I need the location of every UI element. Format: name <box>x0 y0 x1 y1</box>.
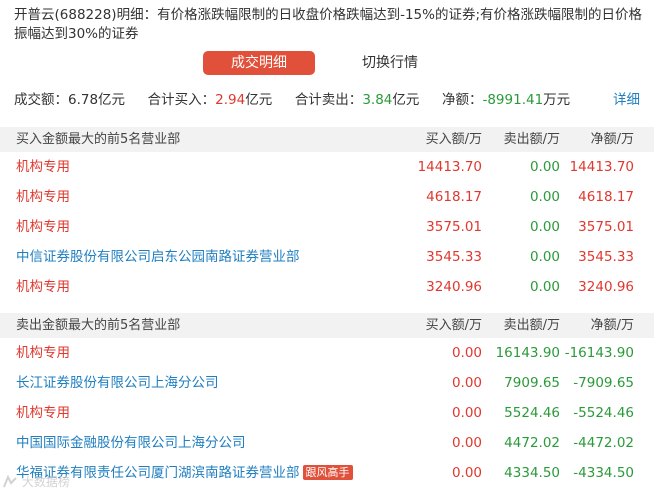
net-label: 净额： <box>441 92 483 108</box>
page-description: 开普云(688228)明细：有价格涨跌幅限制的日收盘价格跌幅达到-15%的证券;… <box>14 7 642 42</box>
sell-total-label: 合计卖出： <box>294 92 363 108</box>
logo-icon <box>3 474 17 488</box>
cell-buy: 14413.70 <box>417 159 482 175</box>
cell-sell: 0.00 <box>529 159 560 175</box>
branch-name[interactable]: 中国国际金融股份有限公司上海分公司 <box>16 428 246 458</box>
cell-net: -5524.46 <box>573 405 634 421</box>
branch-name[interactable]: 机构专用 <box>16 212 70 242</box>
table-row[interactable]: 华福证券有限责任公司厦门湖滨南路证券营业部 跟风高手 0.00 4334.50 -433… <box>0 458 654 488</box>
sell-total-value: 3.84 <box>362 92 393 108</box>
cell-buy: 3240.96 <box>426 279 482 295</box>
sell-total-unit: 亿元 <box>392 92 420 108</box>
sell-section: 卖出金额最大的前5名营业部 买入额/万 卖出额/万 净额/万 机构专用 0.00 1… <box>0 313 654 488</box>
table-row[interactable]: 机构专用 14413.70 0.00 14413.70 <box>0 152 654 182</box>
branch-name[interactable]: 机构专用 <box>16 272 70 302</box>
branch-name-text: 机构专用 <box>16 345 70 361</box>
tab-bar: 成交明细 切换行情 <box>0 51 654 75</box>
buy-section: 买入金额最大的前5名营业部 买入额/万 卖出额/万 净额/万 机构专用 14413… <box>0 127 654 302</box>
buy-total-label: 合计买入： <box>147 92 216 108</box>
table-row[interactable]: 中信证券股份有限公司启东公园南路证券营业部 3545.33 0.00 3545.33 <box>0 242 654 272</box>
col-header-buy: 买入额/万 <box>425 318 482 333</box>
table-row[interactable]: 机构专用 4618.17 0.00 4618.17 <box>0 182 654 212</box>
buy-section-title: 买入金额最大的前5名营业部 <box>16 132 181 147</box>
cell-net: -4334.50 <box>573 465 634 481</box>
table-row[interactable]: 机构专用 3575.01 0.00 3575.01 <box>0 212 654 242</box>
table-row[interactable]: 机构专用 0.00 16143.90 -16143.90 <box>0 338 654 368</box>
branch-name-text: 机构专用 <box>16 279 70 295</box>
cell-sell: 0.00 <box>529 279 560 295</box>
table-row[interactable]: 机构专用 0.00 5524.46 -5524.46 <box>0 398 654 428</box>
follower-badge: 跟风高手 <box>302 465 353 480</box>
branch-name-text: 中国国际金融股份有限公司上海分公司 <box>16 435 246 451</box>
cell-buy: 3545.33 <box>426 249 482 265</box>
col-header-net: 净额/万 <box>590 318 634 333</box>
buy-total-unit: 亿元 <box>245 92 273 108</box>
cell-net: -4472.02 <box>573 435 634 451</box>
cell-net: 3240.96 <box>578 279 634 295</box>
cell-sell: 4334.50 <box>504 465 560 481</box>
table-row[interactable]: 中国国际金融股份有限公司上海分公司 0.00 4472.02 -4472.02 <box>0 428 654 458</box>
turnover-value: 6.78亿元 <box>68 92 126 108</box>
turnover-label: 成交额： <box>14 92 68 108</box>
cell-buy: 3575.01 <box>426 219 482 235</box>
branch-name-text: 机构专用 <box>16 189 70 205</box>
branch-name-text: 机构专用 <box>16 405 70 421</box>
col-header-net: 净额/万 <box>590 132 634 147</box>
net-unit: 万元 <box>543 92 571 108</box>
net-value: -8991.41 <box>482 92 544 108</box>
table-row[interactable]: 长江证券股份有限公司上海分公司 0.00 7909.65 -7909.65 <box>0 368 654 398</box>
sell-section-title: 卖出金额最大的前5名营业部 <box>16 318 181 333</box>
cell-net: -16143.90 <box>564 345 634 361</box>
cell-sell: 5524.46 <box>504 405 560 421</box>
cell-sell: 16143.90 <box>495 345 560 361</box>
branch-name[interactable]: 机构专用 <box>16 152 70 182</box>
tab-switch-quote[interactable]: 切换行情 <box>340 51 440 75</box>
branch-name-text: 中信证券股份有限公司启东公园南路证券营业部 <box>16 249 300 265</box>
cell-net: 3545.33 <box>578 249 634 265</box>
buy-total-value: 2.94 <box>215 92 246 108</box>
branch-name[interactable]: 机构专用 <box>16 398 70 428</box>
col-header-buy: 买入额/万 <box>425 132 482 147</box>
cell-net: 4618.17 <box>578 189 634 205</box>
cell-buy: 0.00 <box>451 465 482 481</box>
cell-net: -7909.65 <box>573 375 634 391</box>
cell-sell: 4472.02 <box>504 435 560 451</box>
branch-name[interactable]: 机构专用 <box>16 338 70 368</box>
branch-name-text: 长江证券股份有限公司上海分公司 <box>16 375 219 391</box>
cell-sell: 7909.65 <box>504 375 560 391</box>
cell-buy: 0.00 <box>451 345 482 361</box>
watermark-text: 大数据榜 <box>21 475 70 489</box>
cell-sell: 0.00 <box>529 249 560 265</box>
branch-name-text: 机构专用 <box>16 219 70 235</box>
buy-section-header: 买入金额最大的前5名营业部 买入额/万 卖出额/万 净额/万 <box>0 127 654 152</box>
cell-buy: 4618.17 <box>426 189 482 205</box>
branch-name[interactable]: 机构专用 <box>16 182 70 212</box>
summary-bar: 成交额：6.78亿元 合计买入：2.94亿元 合计卖出：3.84亿元 净额：-8… <box>14 90 640 110</box>
cell-net: 3575.01 <box>578 219 634 235</box>
col-header-sell: 卖出额/万 <box>503 132 560 147</box>
cell-buy: 0.00 <box>451 405 482 421</box>
cell-buy: 0.00 <box>451 435 482 451</box>
col-header-sell: 卖出额/万 <box>503 318 560 333</box>
tab-trade-detail[interactable]: 成交明细 <box>203 51 315 75</box>
cell-sell: 0.00 <box>529 219 560 235</box>
cell-sell: 0.00 <box>529 189 560 205</box>
table-row[interactable]: 机构专用 3240.96 0.00 3240.96 <box>0 272 654 302</box>
cell-net: 14413.70 <box>569 159 634 175</box>
cell-buy: 0.00 <box>451 375 482 391</box>
branch-name[interactable]: 中信证券股份有限公司启东公园南路证券营业部 <box>16 242 300 272</box>
sell-section-header: 卖出金额最大的前5名营业部 买入额/万 卖出额/万 净额/万 <box>0 313 654 338</box>
detail-link[interactable]: 详细 <box>613 90 640 110</box>
branch-name[interactable]: 长江证券股份有限公司上海分公司 <box>16 368 219 398</box>
branch-name-text: 机构专用 <box>16 159 70 175</box>
watermark: 大数据榜 <box>2 472 92 492</box>
